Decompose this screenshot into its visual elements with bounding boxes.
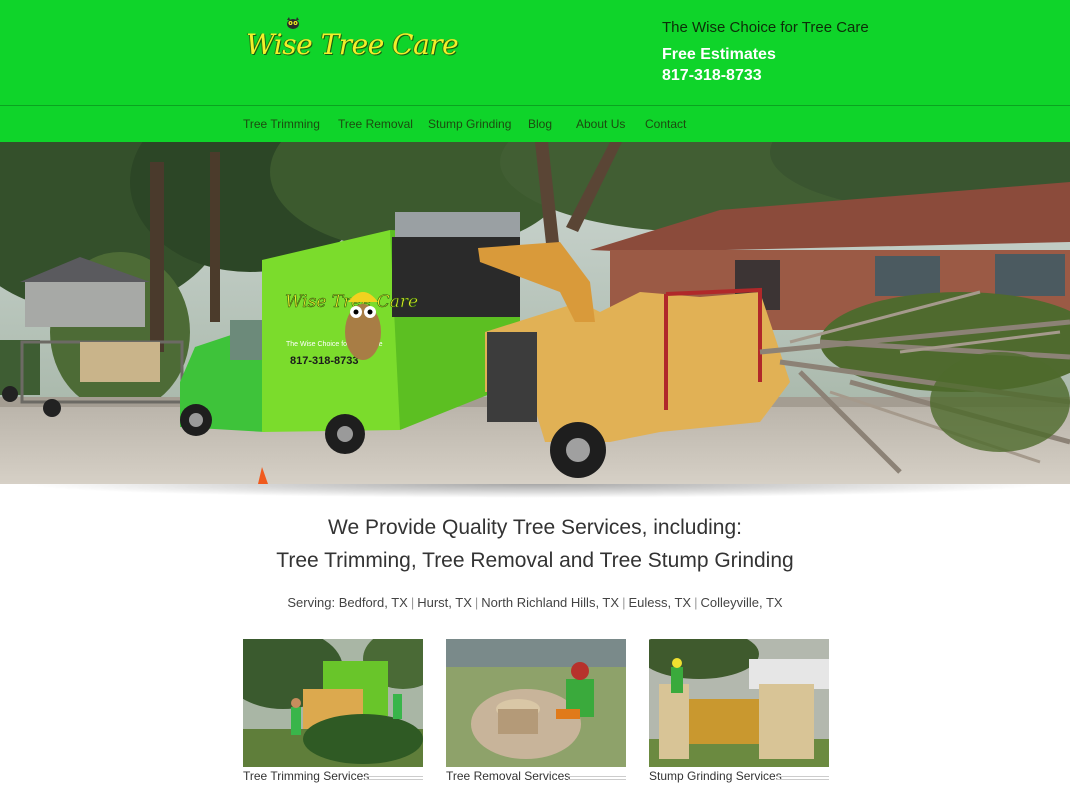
- stump-grinding-label[interactable]: Stump Grinding Services: [649, 769, 782, 783]
- headline-primary: We Provide Quality Tree Services, includ…: [328, 516, 742, 539]
- service-card-stump-grinding[interactable]: Stump Grinding Services: [649, 639, 829, 789]
- service-area: Serving: Bedford, TX | Hurst, TX | North Ric…: [0, 595, 1070, 610]
- tree-removal-photo[interactable]: [446, 639, 626, 767]
- nav-stump-grinding[interactable]: Stump Grinding: [428, 117, 511, 131]
- headline-secondary: Tree Trimming, Tree Removal and Tree Stu…: [276, 549, 794, 572]
- site-logo[interactable]: Wise Tree Care: [246, 17, 459, 64]
- city-euless: Euless, TX: [628, 595, 692, 610]
- hero-shadow: [20, 484, 1050, 498]
- hero-truck-scene: Wise Tree Care The Wise Choice for Tree …: [0, 142, 1070, 484]
- header-phone-link[interactable]: 817-318-8733: [662, 67, 762, 85]
- city-bedford: Bedford, TX: [338, 595, 408, 610]
- serving-prefix: Serving:: [287, 595, 339, 610]
- service-card-tree-trimming[interactable]: Tree Trimming Services: [243, 639, 423, 789]
- nav-tree-trimming[interactable]: Tree Trimming: [243, 117, 320, 131]
- main-nav: Tree Trimming Tree Removal Stump Grindin…: [0, 107, 1070, 142]
- free-estimates-text: Free Estimates: [662, 46, 776, 63]
- nav-about-us[interactable]: About Us: [576, 117, 625, 131]
- site-header: Wise Tree Care The Wise Choice for Tree …: [0, 0, 1070, 142]
- tagline: The Wise Choice for Tree Care: [662, 19, 869, 36]
- nav-tree-removal[interactable]: Tree Removal: [338, 117, 413, 131]
- separator: |: [474, 595, 479, 610]
- city-hurst: Hurst, TX: [417, 595, 472, 610]
- hero-image: Wise Tree Care The Wise Choice for Tree …: [0, 142, 1070, 484]
- city-north-richland-hills: North Richland Hills, TX: [481, 595, 620, 610]
- card-divider: [568, 776, 626, 780]
- tree-removal-label[interactable]: Tree Removal Services: [446, 769, 570, 783]
- stump-grinding-photo[interactable]: [649, 639, 829, 767]
- card-divider: [365, 776, 423, 780]
- service-card-tree-removal[interactable]: Tree Removal Services: [446, 639, 626, 789]
- tree-trimming-photo[interactable]: [243, 639, 423, 767]
- tree-trimming-label[interactable]: Tree Trimming Services: [243, 769, 369, 783]
- separator: |: [410, 595, 415, 610]
- nav-blog[interactable]: Blog: [528, 117, 552, 131]
- nav-contact[interactable]: Contact: [645, 117, 686, 131]
- truck-phone-text: 817-318-8733: [290, 355, 359, 367]
- city-colleyville: Colleyville, TX: [700, 595, 783, 610]
- card-divider: [777, 776, 829, 780]
- owl-icon: [287, 17, 299, 29]
- header-top: Wise Tree Care The Wise Choice for Tree …: [0, 0, 1070, 106]
- logo-text: Wise Tree Care: [246, 27, 459, 61]
